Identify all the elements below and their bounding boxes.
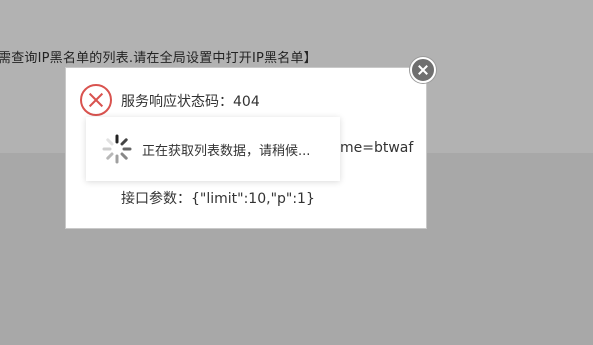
error-icon (80, 84, 112, 116)
status-code-text: 服务响应状态码：404 (121, 94, 260, 110)
close-icon[interactable] (410, 57, 436, 83)
loading-text: 正在获取列表数据，请稍候... (142, 144, 311, 159)
spinner-icon (102, 134, 132, 164)
loading-toast: 正在获取列表数据，请稍候... (86, 117, 340, 181)
request-params-text: 接口参数：{"limit":10,"p":1} (121, 191, 315, 207)
url-suffix: me=btwaf (340, 140, 414, 156)
request-url-text: me=btwaf (340, 140, 413, 156)
